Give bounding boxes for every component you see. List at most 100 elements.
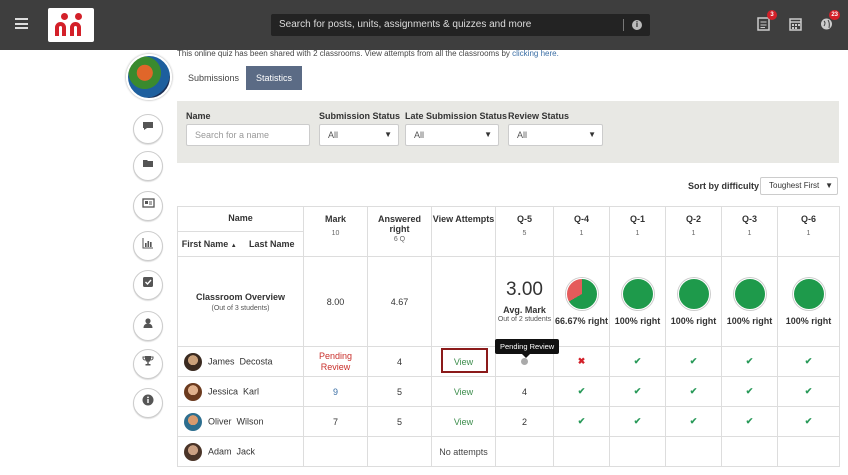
question-header[interactable]: Q-6 1 [777, 206, 840, 257]
review-status-label: Review Status [508, 111, 570, 121]
overview-attempts [431, 256, 496, 347]
q1-cell [609, 436, 666, 467]
pie-label: 100% right [670, 315, 717, 326]
student-answered [367, 436, 432, 467]
view-attempts-link[interactable]: View [431, 406, 496, 437]
q3-cell: ✔ [721, 406, 778, 437]
hamburger-menu-icon[interactable] [15, 18, 28, 29]
question-header[interactable]: Q-3 1 [721, 206, 778, 257]
sort-select[interactable]: Toughest First ▼ [760, 177, 838, 195]
folder-icon[interactable] [133, 151, 163, 181]
id-card-icon[interactable] [133, 191, 163, 221]
q4-cell [553, 436, 610, 467]
q5-cell: 4 [495, 376, 554, 407]
mark-header-label: Mark [324, 214, 346, 224]
submission-status-label: Submission Status [319, 111, 401, 121]
highlight-box [441, 348, 488, 373]
q3-cell [721, 436, 778, 467]
avg-mark-value: 3.00 [506, 279, 543, 300]
attempts-header: View Attempts [431, 206, 496, 257]
overview-q2: 100% right [665, 256, 722, 347]
table-row: Adam Jack No attempts [177, 436, 840, 467]
overview-avg-cell: 3.00 Avg. Mark Out of 2 students [495, 256, 554, 347]
review-status-select[interactable]: All ▼ [508, 124, 603, 146]
student-last-name: Wilson [236, 415, 264, 426]
trophy-icon[interactable] [133, 349, 163, 379]
table-header-row: Name First Name ▲ Last Name Mark 10 Answe… [177, 206, 840, 257]
search-input[interactable]: Search for posts, units, assignments & q… [271, 14, 650, 36]
sort-up-icon: ▲ [230, 243, 237, 249]
student-last-name: Decosta [239, 355, 273, 366]
calendar-icon[interactable] [789, 17, 802, 31]
late-submission-label: Late Submission Status [405, 111, 508, 121]
tab-statistics[interactable]: Statistics [246, 66, 303, 90]
q6-cell: ✔ [777, 406, 840, 437]
student-answered: 5 [367, 376, 432, 407]
question-label: Q-1 [629, 214, 645, 224]
avatar [184, 442, 202, 461]
info-circle-icon[interactable] [133, 388, 163, 418]
search-divider [623, 19, 624, 31]
comment-icon[interactable] [133, 114, 163, 144]
pie-label: 100% right [614, 315, 661, 326]
table-row: Jessica Karl 9 5 View 4 ✔ ✔ ✔ ✔ ✔ [177, 376, 840, 407]
student-first-name: James [208, 355, 235, 366]
student-name-cell[interactable]: Adam Jack [177, 436, 304, 467]
submission-status-value: All [328, 130, 339, 140]
question-label: Q-6 [800, 214, 816, 224]
table-row: Oliver Wilson 7 5 View 2 ✔ ✔ ✔ ✔ ✔ [177, 406, 840, 437]
no-attempts-text: No attempts [431, 436, 496, 467]
app-logo[interactable] [48, 8, 94, 42]
checkbox-icon[interactable] [133, 270, 163, 300]
name-search-input[interactable]: Search for a name [186, 124, 310, 146]
search-placeholder: Search for posts, units, assignments & q… [279, 19, 532, 30]
clicking-here-link[interactable]: clicking here. [512, 49, 559, 58]
info-icon[interactable]: i [632, 20, 642, 30]
share-notice: This online quiz has been shared with 2 … [177, 49, 559, 58]
pie-label: 66.67% right [554, 315, 609, 326]
pending-review-tooltip: Pending Review [495, 339, 560, 358]
student-name-cell[interactable]: Oliver Wilson [177, 406, 304, 437]
question-header[interactable]: Q-2 1 [665, 206, 722, 257]
question-label: Q-5 [516, 214, 532, 224]
late-submission-select[interactable]: All ▼ [405, 124, 499, 146]
pie-chart-icon [792, 277, 825, 310]
overview-subtitle: (Out of 3 students) [211, 304, 270, 312]
name-filter-label: Name [186, 111, 211, 121]
globe-icon[interactable]: 23 [820, 10, 840, 31]
classroom-overview-row: Classroom Overview (Out of 3 students) 8… [177, 256, 840, 347]
last-name-sort[interactable]: Last Name [241, 232, 304, 256]
clipboard-icon[interactable]: 3 [757, 10, 777, 31]
submission-status-select[interactable]: All ▼ [319, 124, 399, 146]
overview-q1: 100% right [609, 256, 666, 347]
q1-cell: ✔ [609, 376, 666, 407]
student-name-cell[interactable]: Jessica Karl [177, 376, 304, 407]
student-name-cell[interactable]: James Decosta [177, 346, 304, 377]
sort-value: Toughest First [769, 181, 820, 190]
chevron-down-icon: ▼ [484, 130, 492, 139]
filter-panel: Name Search for a name Submission Status… [177, 101, 839, 163]
top-bar: Search for posts, units, assignments & q… [0, 0, 848, 50]
overview-title: Classroom Overview [195, 291, 286, 302]
avatar [184, 412, 202, 431]
first-name-sort[interactable]: First Name ▲ [178, 232, 241, 256]
q4-cell: ✔ [553, 406, 610, 437]
name-header-label: Name [178, 207, 303, 232]
avatar [184, 382, 202, 401]
question-header[interactable]: Q-4 1 [553, 206, 610, 257]
user-icon[interactable] [133, 311, 163, 341]
tab-submissions[interactable]: Submissions [178, 66, 249, 90]
bar-chart-icon[interactable] [133, 231, 163, 261]
q3-cell: ✔ [721, 376, 778, 407]
review-status-value: All [517, 130, 528, 140]
q4-cell: ✖ [553, 346, 610, 377]
question-header[interactable]: Q-5 5 [495, 206, 554, 257]
pending-dot-icon[interactable] [521, 357, 528, 365]
student-mark: 7 [303, 406, 368, 437]
student-first-name: Jessica [208, 385, 239, 396]
student-mark[interactable]: Pending Review [303, 346, 368, 377]
overview-q4: 66.67% right [553, 256, 610, 347]
pie-chart-icon [621, 277, 654, 310]
view-attempts-link[interactable]: View [431, 376, 496, 407]
question-header[interactable]: Q-1 1 [609, 206, 666, 257]
